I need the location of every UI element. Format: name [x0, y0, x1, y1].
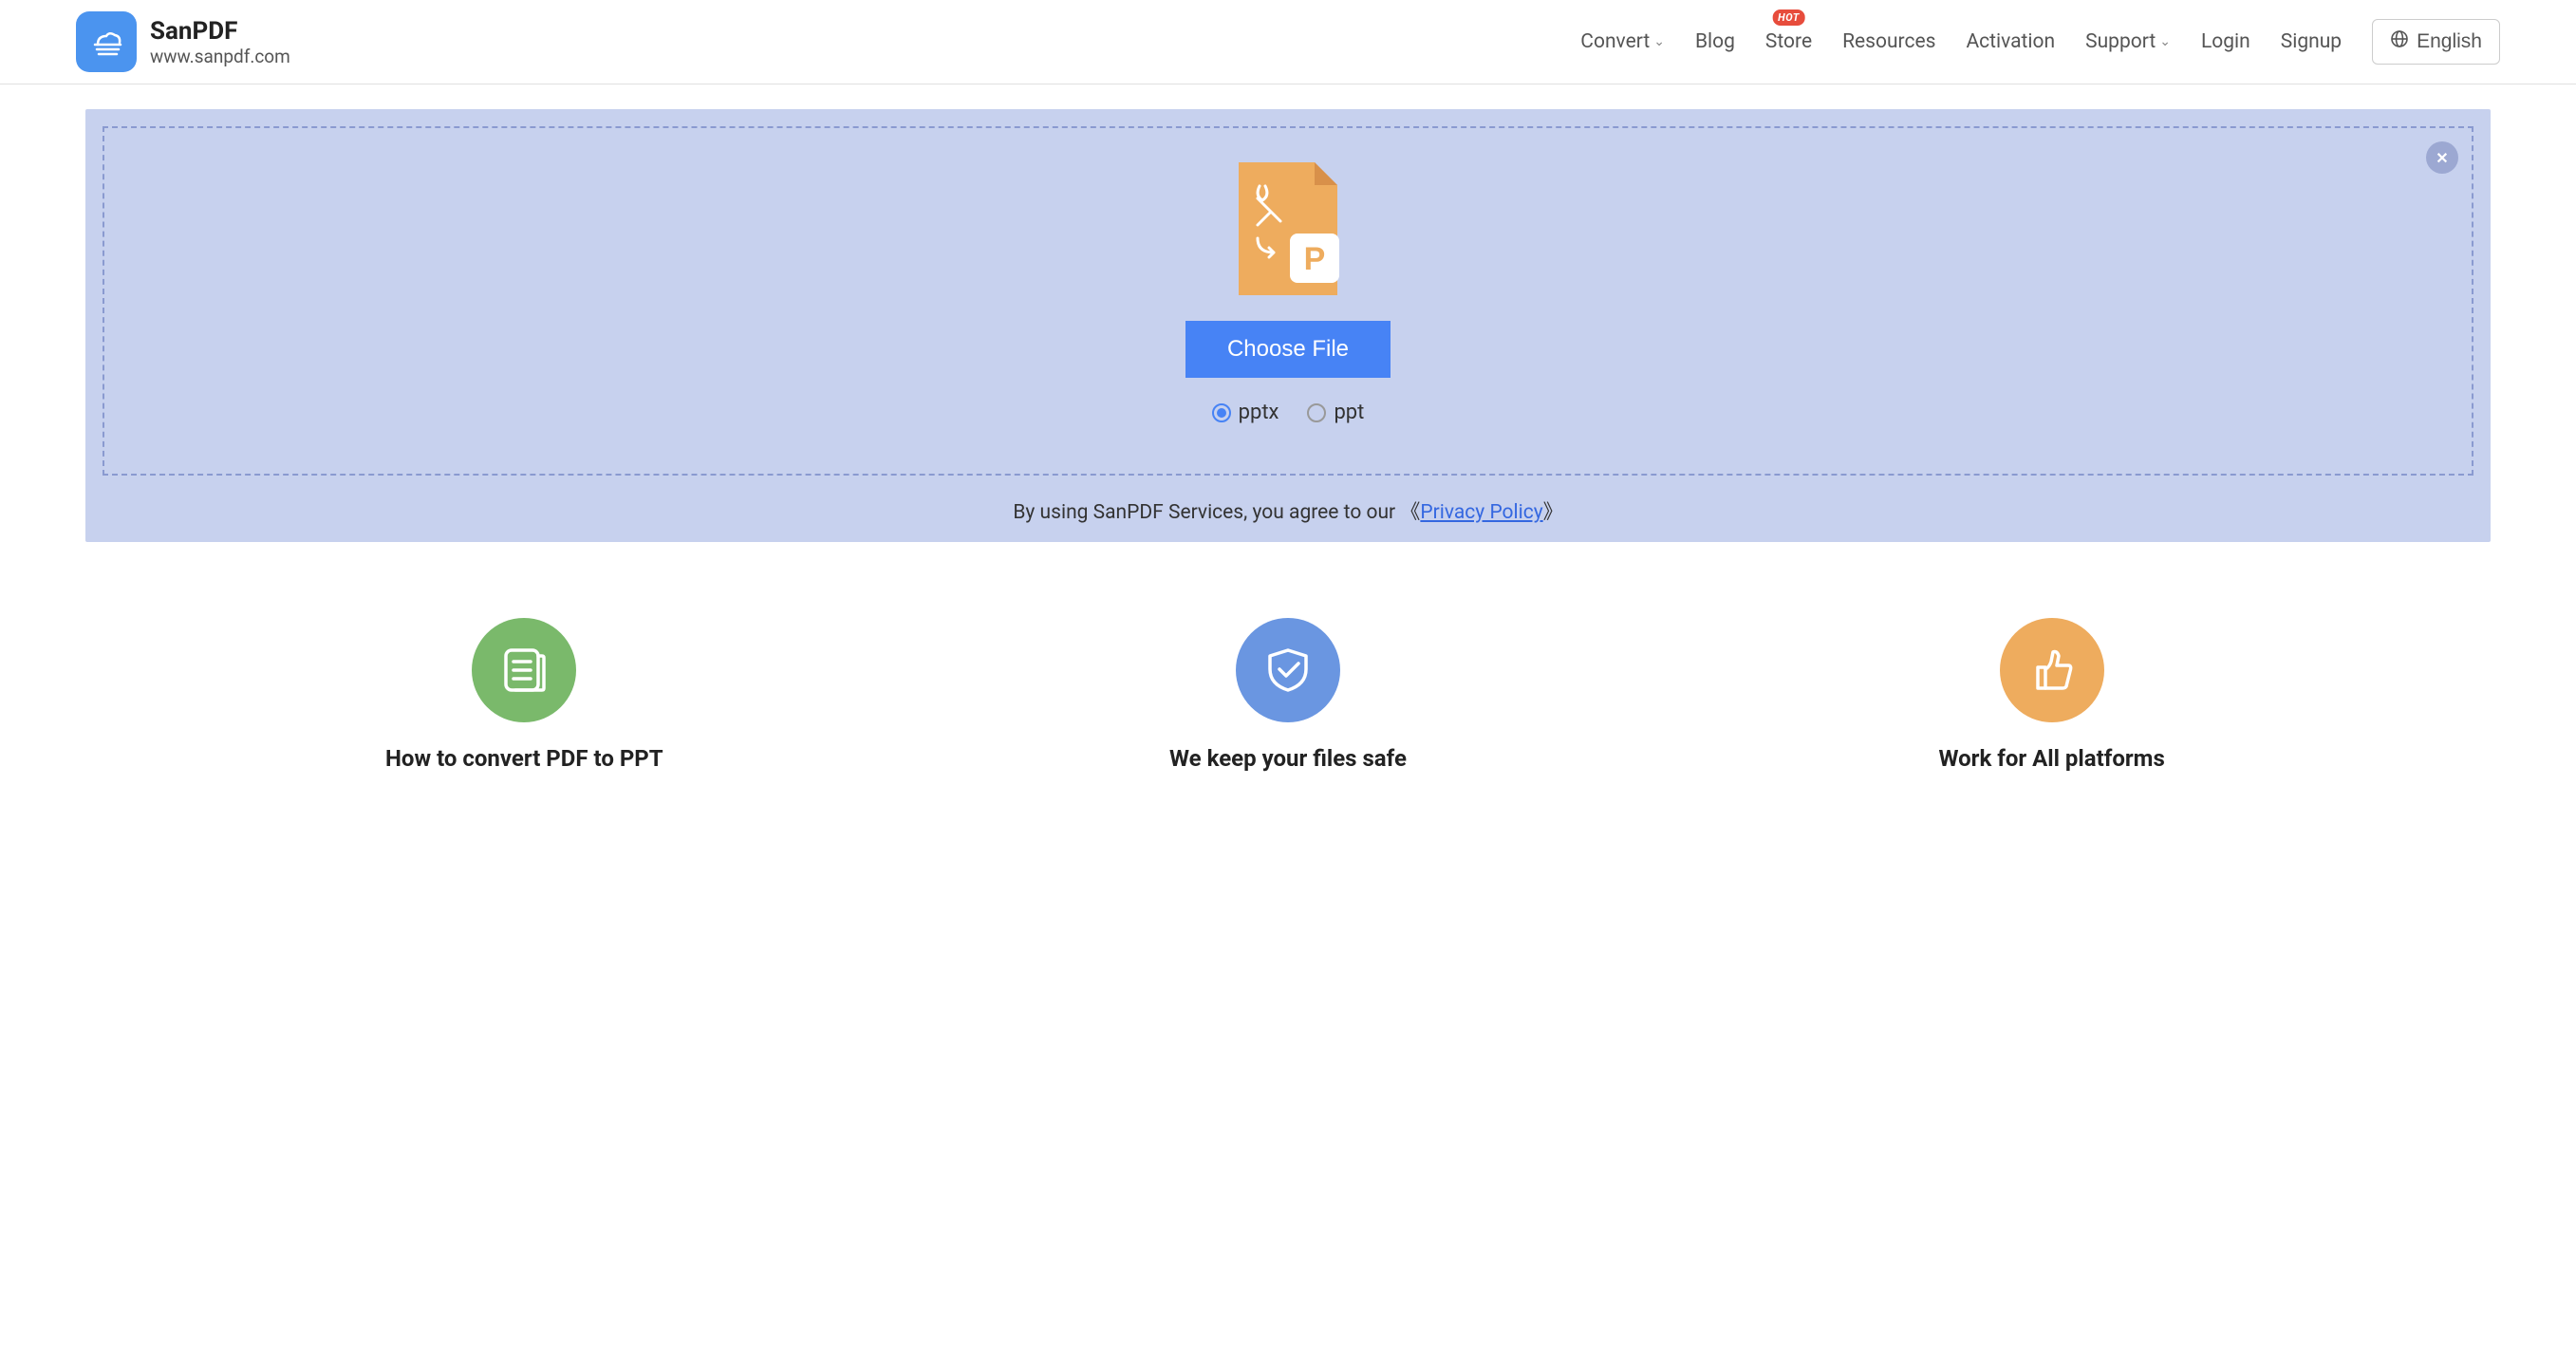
nav-signup[interactable]: Signup	[2281, 30, 2342, 53]
radio-ppt-input[interactable]	[1307, 403, 1326, 422]
radio-pptx-input[interactable]	[1212, 403, 1231, 422]
header: SanPDF www.sanpdf.com Convert ⌄ Blog HOT…	[0, 0, 2576, 84]
nav-store[interactable]: HOT Store	[1765, 30, 1812, 53]
document-icon	[472, 618, 576, 722]
upload-dropzone[interactable]: ✕ P Choose File pptx	[103, 126, 2473, 476]
nav-blog[interactable]: Blog	[1695, 30, 1735, 53]
nav-resources[interactable]: Resources	[1842, 30, 1935, 53]
thumbs-up-icon	[2000, 618, 2104, 722]
feature-title: We keep your files safe	[1169, 745, 1407, 772]
nav-store-label: Store	[1765, 30, 1812, 53]
radio-pptx-label: pptx	[1239, 401, 1279, 424]
globe-icon	[2390, 29, 2409, 54]
nav-support-label: Support	[2085, 30, 2156, 53]
nav-activation[interactable]: Activation	[1966, 30, 2055, 53]
brand-url: www.sanpdf.com	[150, 46, 290, 67]
agree-suffix: 》	[1543, 501, 1563, 524]
choose-file-button[interactable]: Choose File	[1185, 321, 1391, 378]
radio-ppt-label: ppt	[1334, 401, 1364, 424]
nav-convert[interactable]: Convert ⌄	[1580, 30, 1665, 53]
hot-badge: HOT	[1772, 9, 1805, 26]
radio-ppt[interactable]: ppt	[1307, 401, 1364, 424]
chevron-down-icon: ⌄	[1653, 34, 1665, 49]
nav-support[interactable]: Support ⌄	[2085, 30, 2171, 53]
language-button[interactable]: English	[2372, 19, 2500, 65]
features-row: How to convert PDF to PPT We keep your f…	[85, 618, 2491, 772]
nav-convert-label: Convert	[1580, 30, 1650, 53]
feature-title: How to convert PDF to PPT	[385, 745, 663, 772]
agree-text: By using SanPDF Services, you agree to o…	[103, 496, 2473, 525]
feature-howto: How to convert PDF to PPT	[372, 618, 676, 772]
privacy-policy-link[interactable]: Privacy Policy	[1420, 501, 1542, 524]
radio-pptx[interactable]: pptx	[1212, 401, 1279, 424]
logo-icon	[76, 11, 137, 72]
shield-icon	[1236, 618, 1340, 722]
brand-name: SanPDF	[150, 17, 290, 46]
brand[interactable]: SanPDF www.sanpdf.com	[76, 11, 290, 72]
close-button[interactable]: ✕	[2426, 141, 2458, 174]
feature-safe: We keep your files safe	[1136, 618, 1440, 772]
nav-login[interactable]: Login	[2201, 30, 2250, 53]
format-radio-group: pptx ppt	[1212, 401, 1365, 424]
main-nav: Convert ⌄ Blog HOT Store Resources Activ…	[1580, 19, 2500, 65]
feature-platforms: Work for All platforms	[1900, 618, 2204, 772]
language-label: English	[2417, 30, 2482, 53]
svg-text:P: P	[1304, 241, 1326, 277]
agree-prefix: By using SanPDF Services, you agree to o…	[1013, 501, 1420, 524]
pdf-to-ppt-icon: P	[1231, 162, 1345, 304]
feature-title: Work for All platforms	[1938, 745, 2164, 772]
close-icon: ✕	[2436, 149, 2448, 167]
upload-card: ✕ P Choose File pptx	[85, 109, 2491, 542]
chevron-down-icon: ⌄	[2159, 34, 2171, 49]
